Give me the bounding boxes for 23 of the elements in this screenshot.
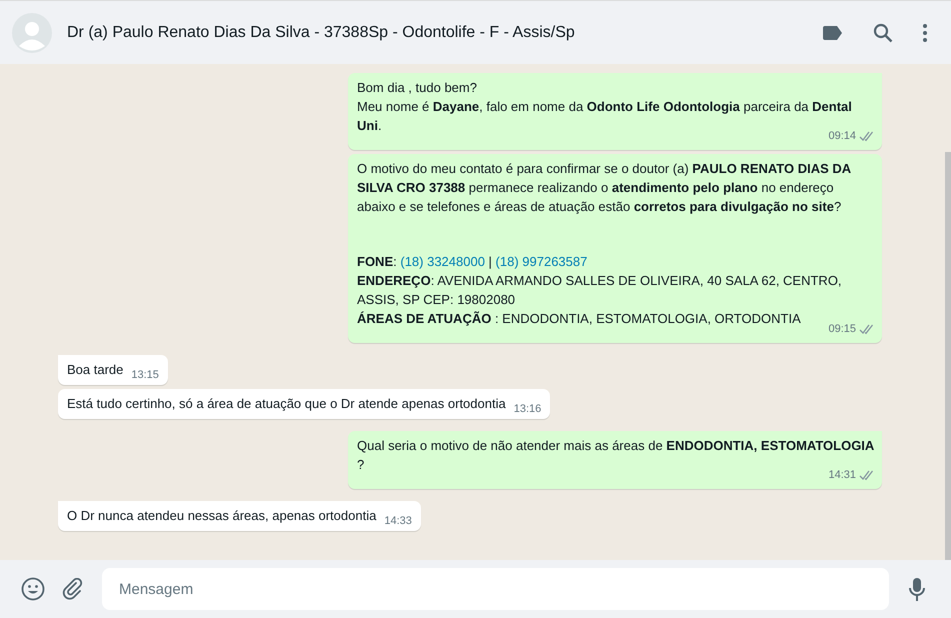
chat-title[interactable]: Dr (a) Paulo Renato Dias Da Silva - 37388Sp - Odontolife - F - Assis/Sp <box>67 20 823 44</box>
message-time: 09:15 <box>828 322 856 337</box>
message-text: ÁREAS DE ATUAÇÃO : ENDODONTIA, ESTOMATOLOGIA, ORTODONTIA <box>357 310 802 328</box>
message-time: 13:15 <box>131 368 159 383</box>
phone-link[interactable]: (18) 33248000 <box>400 254 485 269</box>
paperclip-icon[interactable] <box>62 578 84 600</box>
emoji-icon[interactable] <box>21 577 45 601</box>
message-text: Bom dia , tudo bem? <box>357 79 478 97</box>
message-time: 13:16 <box>514 402 542 417</box>
label-icon[interactable] <box>823 26 843 40</box>
message-input[interactable]: Mensagem <box>102 568 889 610</box>
message-text: ENDEREÇO: AVENIDA ARMANDO SALLES DE OLIVEIRA, 40 SALA 62, CENTRO, ASSIS, SP CEP: 19802080 <box>357 272 843 309</box>
phone-link[interactable]: (18) 997263587 <box>496 254 588 269</box>
scrollbar[interactable] <box>945 152 951 560</box>
microphone-icon[interactable] <box>909 578 925 600</box>
message-text: O motivo do meu contato é para confirmar se o doutor (a) PAULO RENATO DIAS DA SILVA CRO 37388 permanece realizando o atendimento pelo plano no endereço abaixo e se telefones e áreas de atuação estão corretos para divulgação no site? <box>357 160 852 216</box>
search-icon[interactable] <box>873 22 893 42</box>
menu-icon[interactable] <box>923 24 927 42</box>
message-time: 14:33 <box>384 514 412 529</box>
message-text: Boa tarde <box>67 362 124 377</box>
message-text: Está tudo certinho, só a área de atuação que o Dr atende apenas ortodontia <box>67 396 506 411</box>
message-text: FONE: (18) 33248000 | (18) 997263587 <box>357 253 588 271</box>
message-text: O Dr nunca atendeu nessas áreas, apenas ortodontia <box>67 508 376 523</box>
